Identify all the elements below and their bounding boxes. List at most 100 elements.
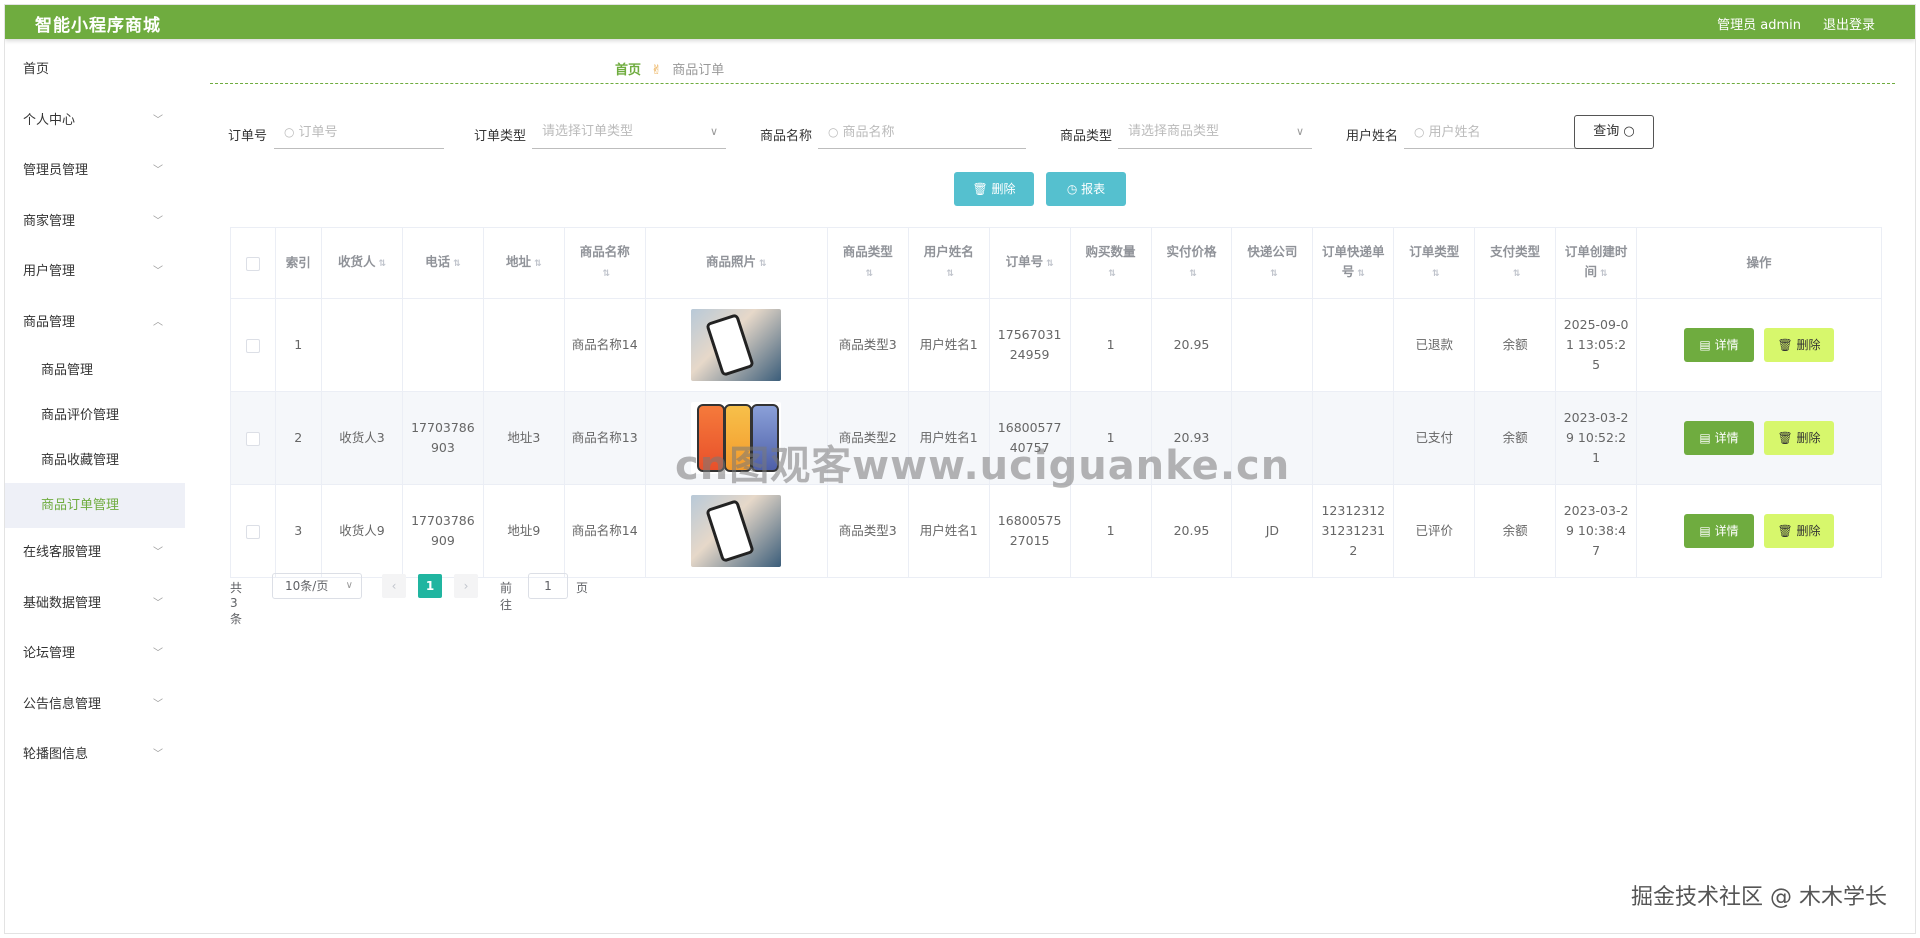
page-number-current[interactable]: 1 [418,574,442,598]
app-title: 智能小程序商城 [35,16,161,36]
chevron-down-icon: ﹀ [153,114,163,126]
product-name-input[interactable]: ○ 商品名称 [818,115,1026,149]
cell-phone: 17703786903 [401,391,484,485]
col-phone[interactable]: 电话 ⇅ [401,227,484,299]
query-button[interactable]: 查询 ○ [1574,115,1654,149]
sidebar-item-merchant[interactable]: 商家管理 ﹀ [5,197,185,248]
sidebar-subitem-product-review[interactable]: 商品评价管理 [5,393,185,438]
prev-page-button[interactable]: ‹ [382,574,406,598]
sidebar-item-label: 轮播图信息 [23,747,89,762]
detail-button[interactable]: ▤ 详情 [1684,421,1755,455]
col-index: 索引 [274,227,323,299]
delete-button[interactable]: 🗑 删除 [1764,514,1834,548]
user-name-label: 用户姓名 [1346,129,1399,144]
detail-button[interactable]: ▤ 详情 [1684,514,1755,548]
sidebar-item-product[interactable]: 商品管理 ︿ [5,298,185,349]
col-order-type[interactable]: 订单类型 ⇅ [1393,227,1476,299]
product-photo[interactable] [691,309,782,381]
chevron-down-icon: ﹀ [153,698,163,710]
col-qty[interactable]: 购买数量 ⇅ [1069,227,1152,299]
goto-prefix: 前往 [500,581,513,612]
order-type-select[interactable]: 请选择订单类型 ∨ [532,115,726,149]
sort-icon: ⇅ [534,259,542,269]
cell-order-type: 已评价 [1393,484,1476,578]
delete-button[interactable]: 🗑 删除 [1764,421,1834,455]
product-name-placeholder: 商品名称 [842,125,895,140]
report-button[interactable]: ◷ 报表 [1046,172,1126,206]
col-address[interactable]: 地址 ⇅ [482,227,565,299]
sidebar-item-customer-service[interactable]: 在线客服管理 ﹀ [5,528,185,579]
page-size-select[interactable]: 10条/页 ∨ [272,573,362,599]
checkbox-icon [245,256,260,271]
cell-receiver: 收货人9 [321,484,403,578]
cell-actions: ▤ 详情 🗑 删除 [1636,484,1882,578]
row-checkbox[interactable] [230,298,276,392]
trash-icon: 🗑 [1777,431,1793,445]
cell-product-type: 商品类型3 [826,484,909,578]
watermark-text: cn图观客www.uciguanke.cn [675,443,1291,489]
sidebar-item-basic-data[interactable]: 基础数据管理 ﹀ [5,579,185,630]
next-page-button[interactable]: › [454,574,478,598]
col-label: 购买数量 [1085,244,1136,259]
app-frame: 智能小程序商城 管理员 admin 退出登录 首页 个人中心 ﹀ 管理员管理 ﹀ 商… [4,4,1916,934]
sidebar-item-label: 公告信息管理 [23,696,102,712]
sort-icon: ⇅ [378,259,387,269]
chevron-down-icon: ﹀ [153,648,163,659]
checkbox-icon [245,431,260,446]
col-order-no[interactable]: 订单号 ⇅ [988,227,1071,299]
product-photo[interactable] [691,495,782,567]
col-created[interactable]: 订单创建时间 ⇅ [1555,227,1638,299]
col-express[interactable]: 快递公司 ⇅ [1231,227,1314,299]
sidebar-item-forum[interactable]: 论坛管理 ﹀ [5,629,185,680]
cell-order-no: 1680057527015 [988,484,1071,578]
sidebar-item-label: 用户管理 [23,264,76,279]
sidebar-item-personal-center[interactable]: 个人中心 ﹀ [5,96,185,147]
goto-page-input[interactable]: 1 [528,573,568,599]
breadcrumb-home[interactable]: 首页 [615,63,641,78]
table-row: 3 收货人9 17703786909 地址9 商品名称14 商品类型3 用户姓名… [230,484,1882,578]
hand-icon: ✌ [651,63,663,78]
chevron-left-icon: ‹ [391,579,397,593]
row-checkbox[interactable] [230,391,276,485]
sidebar-item-notice[interactable]: 公告信息管理 ﹀ [5,680,185,731]
sidebar-item-label: 管理员管理 [23,163,89,178]
order-no-input[interactable]: ○ 订单号 [274,115,444,149]
col-product-name[interactable]: 商品名称 ⇅ [563,227,646,299]
row-checkbox[interactable] [230,484,276,578]
col-product-photo[interactable]: 商品照片 ⇅ [644,227,828,299]
sort-icon: ⇅ [759,259,767,269]
col-express-no[interactable]: 订单快递单号 ⇅ [1312,227,1395,299]
col-label: 用户姓名 [923,244,974,259]
sidebar-item-admin[interactable]: 管理员管理 ﹀ [5,146,185,197]
product-name-label: 商品名称 [760,129,813,144]
sidebar-item-carousel[interactable]: 轮播图信息 ﹀ [5,730,185,781]
logout-link[interactable]: 退出登录 [1823,14,1875,33]
col-label: 电话 [425,254,451,269]
col-pay-type[interactable]: 支付类型 ⇅ [1474,227,1557,299]
cell-actions: ▤ 详情 🗑 删除 [1636,391,1882,485]
cell-product-type: 商品类型3 [826,298,909,392]
col-product-type[interactable]: 商品类型 ⇅ [826,227,909,299]
delete-button[interactable]: 🗑 删除 [1764,328,1834,362]
sidebar-subitem-product-order[interactable]: 商品订单管理 [5,483,185,528]
col-receiver[interactable]: 收货人 ⇅ [321,227,403,299]
breadcrumb: 首页 ✌ 商品订单 [210,45,1895,84]
cell-express [1231,298,1314,392]
sidebar-subitem-product-favorite[interactable]: 商品收藏管理 [5,438,185,483]
trash-icon: 🗑 [1777,338,1793,352]
sidebar-subitem-product[interactable]: 商品管理 [5,348,185,393]
sort-icon: ⇅ [1270,269,1278,279]
order-type-placeholder: 请选择订单类型 [542,124,634,139]
sidebar-item-user[interactable]: 用户管理 ﹀ [5,247,185,298]
search-icon: ○ [284,125,295,139]
pagination-total: 共 3 条 [230,581,243,626]
product-type-select[interactable]: 请选择商品类型 ∨ [1118,115,1312,149]
batch-delete-button[interactable]: 🗑 删除 [954,172,1034,206]
select-all-checkbox[interactable] [230,227,276,299]
col-price[interactable]: 实付价格 ⇅ [1150,227,1233,299]
sidebar-item-home[interactable]: 首页 [5,45,185,96]
col-user-name[interactable]: 用户姓名 ⇅ [907,227,990,299]
cell-pay-type: 余额 [1474,484,1557,578]
batch-delete-label: 删除 [991,182,1016,196]
detail-button[interactable]: ▤ 详情 [1684,328,1755,362]
